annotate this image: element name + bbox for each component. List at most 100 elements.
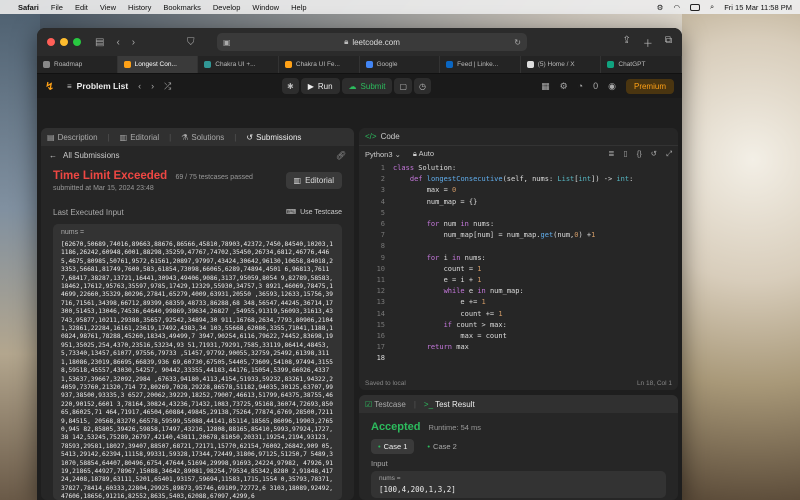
minimize-window-button[interactable] [60, 38, 68, 46]
editor-status-bar: Saved to local Ln 18, Col 1 [359, 376, 678, 390]
forward-icon[interactable]: › [132, 37, 135, 48]
link-icon[interactable]: 🔗︎ [336, 151, 346, 160]
menu-window[interactable]: Window [252, 3, 279, 12]
zoom-window-button[interactable] [73, 38, 81, 46]
submit-button[interactable]: ☁ Submit [341, 78, 393, 94]
use-testcase-button[interactable]: ⌨ Use Testcase [286, 208, 342, 216]
browser-tab-label: Chakra UI Fe... [295, 61, 340, 68]
tab-submissions[interactable]: ↺ Submissions [246, 133, 301, 142]
battery-icon[interactable] [689, 3, 700, 11]
line-number: 11 [376, 276, 385, 284]
menu-develop[interactable]: Develop [213, 3, 241, 12]
editor-actions: ≣ ▯ {} ↺ ⤢ [608, 149, 672, 159]
browser-tab[interactable]: (5) Home / X [521, 56, 602, 73]
menu-view[interactable]: View [100, 3, 116, 12]
bookmark-icon[interactable]: ▯ [624, 149, 628, 159]
editorial-button-label: Editorial [305, 176, 334, 185]
next-problem-icon[interactable]: › [151, 81, 154, 91]
leetcode-logo-icon[interactable]: ↯ [45, 80, 57, 93]
problem-list-link[interactable]: Problem List [77, 81, 128, 91]
browser-tab[interactable]: Roadmap [37, 56, 118, 73]
browser-tab-label: Longest Con... [134, 61, 177, 68]
reload-icon[interactable]: ↻ [514, 38, 521, 47]
line-number: 6 [380, 220, 385, 228]
streak-icon[interactable]: ◔ [578, 81, 583, 91]
all-submissions-link[interactable]: All Submissions [63, 151, 119, 160]
shuffle-icon[interactable]: ⤮ [164, 81, 171, 92]
browser-tab[interactable]: Google [360, 56, 441, 73]
reset-icon[interactable]: ↺ [651, 149, 657, 159]
address-bar[interactable]: ▣ 🔒︎ leetcode.com ↻ [217, 33, 527, 51]
premium-button[interactable]: Premium [625, 78, 674, 94]
line-number: 4 [380, 197, 385, 206]
notes-button[interactable]: ▢ [394, 78, 413, 94]
avatar[interactable]: ◉ [608, 81, 616, 92]
debug-button[interactable]: ✱ [282, 78, 299, 94]
layout-icon[interactable]: ▦ [541, 81, 550, 92]
browser-tab[interactable]: Feed | Linke... [440, 56, 521, 73]
language-select[interactable]: Python3 ⌄ [365, 150, 401, 159]
code-line: max = count [393, 332, 507, 340]
menubar-datetime[interactable]: Fri 15 Mar 11:58 PM [724, 3, 792, 12]
test-result-panel: ☑ Testcase | >_ Test Result Accepted Run… [359, 395, 678, 500]
menu-history[interactable]: History [128, 3, 151, 12]
privacy-shield-icon[interactable]: ⛉ [187, 37, 195, 48]
run-label: Run [317, 81, 333, 91]
back-icon[interactable]: ‹ [116, 37, 119, 48]
menu-help[interactable]: Help [291, 3, 306, 12]
desktop-wallpaper-left [0, 14, 40, 500]
favicon-icon [204, 61, 212, 68]
tab-solutions[interactable]: ⚗ Solutions [181, 133, 224, 142]
code-editor[interactable]: 1 class Solution: 2 def longestConsecutive… [359, 162, 678, 372]
fullscreen-icon[interactable]: ⤢ [666, 149, 672, 159]
tab-testcase[interactable]: ☑ Testcase [365, 400, 406, 409]
tab-solutions-label: Solutions [191, 132, 225, 142]
browser-tab[interactable]: ChatGPT [601, 56, 682, 73]
test-input-box: nums = [100,4,200,1,3,2] [371, 471, 666, 498]
browser-tab[interactable]: Chakra UI Fe... [279, 56, 360, 73]
search-icon[interactable]: ⌕ [710, 2, 714, 12]
result-accepted: Accepted [371, 421, 421, 433]
timer-button[interactable]: ◷ [414, 78, 431, 94]
page-menu-icon[interactable]: ▣ [223, 38, 231, 47]
arrow-left-icon[interactable]: ← [49, 151, 57, 160]
editorial-button[interactable]: ▥ Editorial [285, 172, 342, 189]
test-var-value: [100,4,200,1,3,2] [379, 485, 456, 494]
format-icon[interactable]: ≣ [608, 149, 614, 159]
case-2-tab[interactable]: • Case 2 [420, 439, 463, 454]
problem-list-icon[interactable]: ≡ [67, 82, 72, 91]
tab-test-result[interactable]: >_ Test Result [424, 400, 475, 409]
new-tab-icon[interactable]: ＋ [643, 35, 653, 50]
settings-icon[interactable]: ⚙ [560, 81, 568, 92]
wifi-icon[interactable]: ◠ [673, 3, 680, 12]
menu-bar: Safari File Edit View History Bookmarks … [0, 0, 800, 14]
browser-tab-label: Roadmap [54, 61, 83, 68]
tab-description-label: Description [57, 132, 98, 142]
braces-icon[interactable]: {} [637, 149, 642, 159]
favicon-icon [607, 61, 615, 68]
tab-testcase-label: Testcase [374, 399, 406, 409]
browser-tab[interactable]: Chakra UI +... [198, 56, 279, 73]
tab-overview-icon[interactable]: ⧉ [665, 35, 672, 50]
case-1-tab[interactable]: • Case 1 [371, 439, 415, 454]
line-number: 5 [380, 208, 385, 217]
control-center-icon[interactable]: ⚙ [657, 3, 664, 12]
tab-editorial-label: Editorial [130, 132, 160, 142]
menu-bookmarks[interactable]: Bookmarks [163, 3, 201, 12]
browser-tab[interactable]: Longest Con... [117, 56, 199, 73]
tab-editorial[interactable]: ▥ Editorial [120, 133, 159, 142]
cursor-position: Ln 18, Col 1 [636, 379, 672, 387]
menu-edit[interactable]: Edit [75, 3, 88, 12]
menu-app-name[interactable]: Safari [18, 3, 39, 12]
case-tabs: • Case 1 • Case 2 [359, 433, 678, 454]
menu-file[interactable]: File [51, 3, 63, 12]
prev-problem-icon[interactable]: ‹ [138, 81, 141, 91]
share-icon[interactable]: ⇪ [622, 35, 630, 50]
tab-description[interactable]: ▤ Description [47, 133, 98, 142]
autocomplete-toggle[interactable]: 🔒︎ Auto [413, 149, 434, 159]
close-window-button[interactable] [47, 38, 55, 46]
sidebar-toggle-icon[interactable]: ▤ [95, 37, 104, 48]
desktop-wallpaper-right [682, 14, 800, 500]
tab-submissions-label: Submissions [256, 132, 302, 142]
run-button[interactable]: ▶ Run [300, 78, 340, 94]
